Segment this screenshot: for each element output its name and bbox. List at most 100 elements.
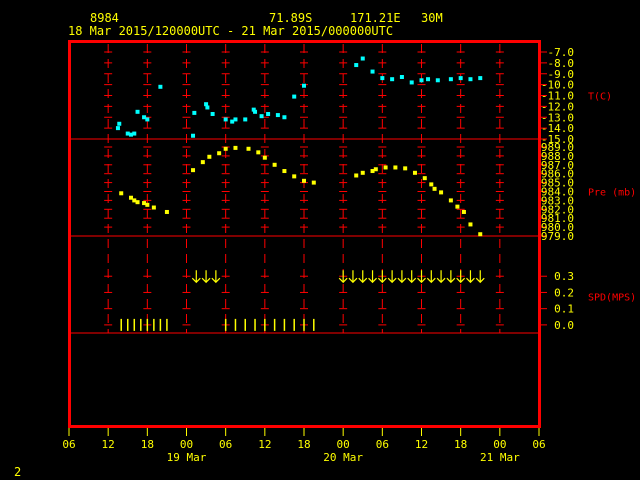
wind-arrow: [358, 270, 368, 284]
pres-point: [383, 165, 388, 170]
temp-point: [478, 76, 483, 81]
pres-point: [412, 170, 417, 175]
temp-point: [409, 80, 414, 85]
pres-point: [448, 198, 453, 203]
pres-point: [217, 151, 222, 156]
pres-point: [200, 160, 205, 165]
pres-point: [461, 209, 466, 214]
pres-point: [223, 146, 228, 151]
x-tick-label: 18: [454, 438, 467, 451]
pres-point: [478, 232, 483, 237]
pres-point: [432, 186, 437, 191]
wind-arrow: [211, 270, 221, 284]
temp-point: [370, 69, 375, 74]
wind-arrow: [475, 270, 485, 284]
x-tick-label: 06: [532, 438, 545, 451]
temp-point: [302, 83, 306, 88]
pres-point: [272, 162, 277, 167]
temp-point: [360, 56, 365, 61]
temp-point: [205, 105, 210, 110]
x-tick-label: 00: [493, 438, 506, 451]
plot-frame: [68, 40, 541, 428]
temp-point: [292, 94, 297, 99]
temp-point: [468, 77, 473, 82]
temp-point: [210, 111, 215, 116]
pres-point: [354, 173, 359, 178]
temp-point: [115, 126, 120, 131]
pres-point: [262, 155, 267, 160]
x-tick-label: 18: [297, 438, 310, 451]
x-tick-label: 12: [102, 438, 115, 451]
pres-point: [207, 154, 212, 159]
wind-arrow: [201, 270, 211, 284]
wind-arrow: [191, 270, 201, 284]
temp-point: [380, 76, 385, 81]
pres-point: [403, 166, 408, 171]
axis-layer: -7.0-8.0-9.0-10.0-11.0-12.0-13.0-14.0-15…: [62, 46, 636, 464]
wind-arrow: [387, 270, 397, 284]
x-tick-label: 12: [258, 438, 271, 451]
temp-point: [158, 84, 163, 89]
x-day-label: 20 Mar: [323, 451, 363, 464]
wind-ytick-label: 0.2: [554, 286, 574, 299]
x-tick-label: 06: [62, 438, 75, 451]
wind-axis-label: SPD(MPS): [588, 293, 636, 304]
temp-point: [191, 133, 196, 138]
x-tick-label: 06: [219, 438, 232, 451]
temp-point: [435, 78, 440, 83]
pres-point: [393, 165, 398, 170]
pres-point: [422, 176, 427, 181]
x-tick-label: 18: [141, 438, 154, 451]
x-day-label: 19 Mar: [167, 451, 207, 464]
temp-point: [458, 76, 463, 81]
data-layer: [115, 56, 485, 331]
temp-point: [145, 117, 150, 122]
x-tick-label: 00: [180, 438, 193, 451]
wind-arrow: [348, 270, 358, 284]
meteogram-chart: -7.0-8.0-9.0-10.0-11.0-12.0-13.0-14.0-15…: [62, 40, 636, 464]
wind-arrow: [397, 270, 407, 284]
temp-point: [419, 78, 424, 83]
wind-arrow: [368, 270, 377, 284]
wind-arrow: [446, 270, 456, 284]
temp-axis-label: T(C): [588, 92, 612, 103]
pres-point: [468, 222, 473, 227]
wind-ytick-label: 0.1: [554, 303, 574, 316]
pres-point: [191, 168, 196, 173]
pres-point: [360, 170, 365, 175]
pres-point: [429, 182, 434, 187]
temp-point: [354, 63, 359, 68]
x-day-label: 21 Mar: [480, 451, 520, 464]
pres-point: [373, 167, 378, 172]
temp-point: [259, 114, 264, 119]
pres-point: [119, 191, 124, 196]
x-tick-label: 12: [415, 438, 428, 451]
temp-point: [192, 110, 197, 115]
temp-point: [282, 115, 287, 120]
pres-point: [135, 200, 140, 205]
temp-point: [135, 109, 140, 114]
pres-point: [256, 150, 261, 155]
pres-point: [302, 178, 306, 183]
wind-arrow: [426, 270, 436, 284]
pres-point: [233, 145, 238, 150]
temp-point: [223, 117, 228, 122]
temp-point: [275, 113, 280, 118]
temp-point: [266, 111, 271, 116]
temp-point: [117, 121, 122, 126]
wind-arrow: [466, 270, 475, 284]
wind-arrow: [407, 270, 417, 284]
pres-point: [439, 190, 444, 195]
temp-point: [448, 77, 453, 82]
pres-point: [246, 146, 251, 151]
pres-ytick-label: 979.0: [541, 230, 574, 243]
x-tick-label: 06: [376, 438, 389, 451]
temp-point: [253, 109, 258, 114]
temp-point: [426, 77, 431, 82]
pres-point: [151, 205, 156, 210]
temp-point: [243, 117, 248, 122]
wind-arrow: [436, 270, 446, 284]
pres-point: [145, 202, 150, 207]
wind-ytick-label: 0.3: [554, 270, 574, 283]
wind-ytick-label: 0.0: [554, 319, 574, 332]
